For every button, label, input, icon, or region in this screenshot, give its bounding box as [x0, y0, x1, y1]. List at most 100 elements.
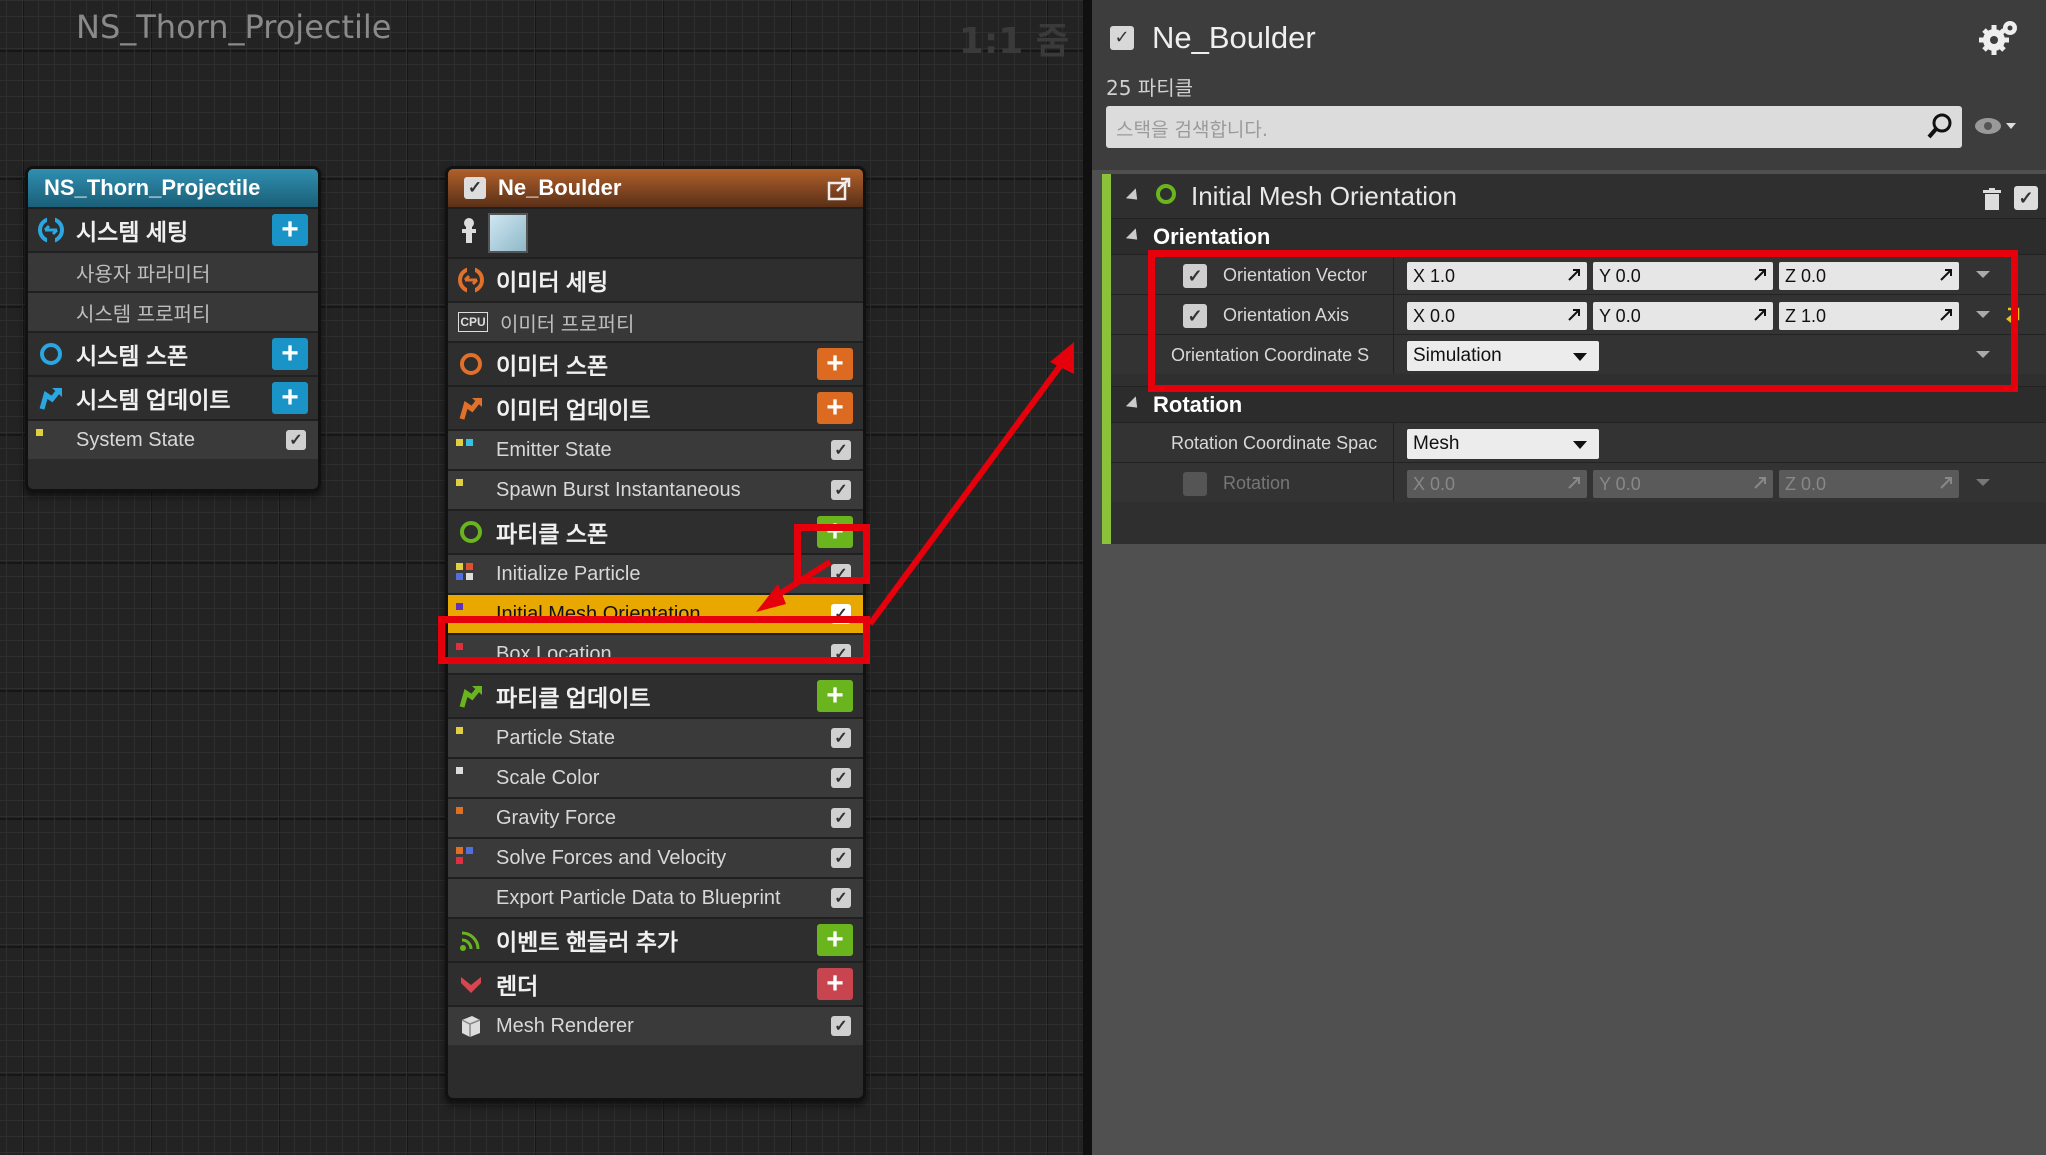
module-enable-checkbox[interactable]: ✓ [831, 848, 851, 868]
graph-title: NS_Thorn_Projectile [76, 8, 392, 46]
add-module-button[interactable]: + [817, 680, 853, 712]
render-row[interactable]: 렌더 + [448, 961, 863, 1005]
category-label: Rotation [1153, 391, 1243, 417]
panel-title: Ne_Boulder [1152, 20, 1316, 55]
system-settings-icon [38, 217, 64, 243]
node-graph-canvas[interactable]: NS_Thorn_Projectile 1:1 줌 NS_Thorn_Proje… [0, 0, 1083, 1155]
system-node[interactable]: NS_Thorn_Projectile 시스템 세팅 + 사용자 파라미터 시스… [25, 166, 321, 492]
prop-label: Rotation Coordinate Spac [1171, 433, 1378, 453]
expand-icon[interactable] [1753, 476, 1767, 490]
highlight-selected-module [438, 616, 870, 664]
row-label: Emitter State [496, 438, 612, 461]
module-enable-checkbox[interactable]: ✓ [831, 728, 851, 748]
panel-header: ✓ Ne_Boulder 25 파티클 스택을 검색합니다. [1092, 0, 2046, 170]
gravity-force-row[interactable]: Gravity Force ✓ [448, 797, 863, 837]
dropdown-arrow-icon[interactable] [1976, 479, 1990, 486]
row-label: 이벤트 핸들러 추가 [496, 929, 679, 955]
vector-x-field[interactable]: X 0.0 [1407, 470, 1587, 498]
row-label: 이미터 업데이트 [496, 397, 651, 423]
add-module-button[interactable]: + [817, 392, 853, 424]
collapse-triangle-icon[interactable] [1125, 187, 1143, 205]
event-signal-icon [458, 927, 484, 953]
mesh-cube-icon [458, 1013, 484, 1039]
collapse-triangle-icon[interactable] [1125, 228, 1143, 245]
emitter-update-row[interactable]: 이미터 업데이트 + [448, 385, 863, 429]
module-enable-checkbox[interactable]: ✓ [2014, 186, 2038, 210]
module-ring-icon [1155, 181, 1177, 212]
category-orientation[interactable]: Orientation [1111, 218, 2046, 254]
add-module-button[interactable]: + [817, 348, 853, 380]
search-icon[interactable] [1926, 112, 1954, 144]
module-enable-checkbox[interactable]: ✓ [831, 768, 851, 788]
row-label: Scale Color [496, 766, 600, 789]
details-panel: ✓ Ne_Boulder 25 파티클 스택을 검색합니다. Initial M… [1092, 0, 2046, 1155]
emitter-properties-row[interactable]: CPU 이미터 프로퍼티 [448, 301, 863, 341]
override-checkbox[interactable] [1183, 472, 1207, 496]
module-enable-checkbox[interactable]: ✓ [831, 808, 851, 828]
system-settings-row[interactable]: 시스템 세팅 + [28, 207, 318, 251]
row-label: Particle State [496, 726, 615, 749]
emitter-settings-row[interactable]: 이미터 세팅 [448, 257, 863, 301]
module-enable-checkbox[interactable]: ✓ [831, 480, 851, 500]
system-properties-row[interactable]: 시스템 프로퍼티 [28, 291, 318, 331]
panel-divider[interactable] [1083, 0, 1092, 1155]
delete-trash-icon[interactable] [1982, 186, 2002, 217]
emitter-node-title: Ne_Boulder [498, 175, 622, 200]
add-module-button[interactable]: + [272, 214, 308, 246]
stack-search-input[interactable]: 스택을 검색합니다. [1106, 106, 1962, 148]
dropdown-value: Mesh [1413, 433, 1460, 454]
expand-icon[interactable] [1939, 476, 1953, 490]
expand-icon[interactable] [1567, 476, 1581, 490]
add-renderer-button[interactable]: + [817, 968, 853, 1000]
emitter-thumbnail[interactable] [488, 213, 528, 253]
module-enable-checkbox[interactable]: ✓ [286, 430, 306, 450]
pin-icon [458, 217, 480, 249]
row-label: Solve Forces and Velocity [496, 846, 727, 869]
rotation-space-dropdown[interactable]: Mesh [1407, 429, 1599, 459]
system-node-title[interactable]: NS_Thorn_Projectile [28, 169, 318, 207]
mesh-renderer-row[interactable]: Mesh Renderer ✓ [448, 1005, 863, 1045]
open-external-icon[interactable] [827, 177, 851, 207]
particle-count: 25 파티클 [1106, 76, 1194, 100]
row-label: 사용자 파라미터 [76, 263, 211, 286]
user-parameters-row[interactable]: 사용자 파라미터 [28, 251, 318, 291]
row-label: System State [76, 428, 195, 451]
spawn-burst-row[interactable]: Spawn Burst Instantaneous ✓ [448, 469, 863, 509]
add-module-button[interactable]: + [272, 382, 308, 414]
row-label: Spawn Burst Instantaneous [496, 478, 741, 501]
update-arrow-icon [458, 395, 484, 421]
module-header[interactable]: Initial Mesh Orientation ✓ [1111, 174, 2046, 218]
module-enable-checkbox[interactable]: ✓ [831, 888, 851, 908]
update-arrow-icon [458, 683, 484, 709]
system-spawn-row[interactable]: 시스템 스폰 + [28, 331, 318, 375]
collapse-triangle-icon[interactable] [1125, 396, 1143, 413]
scale-color-row[interactable]: Scale Color ✓ [448, 757, 863, 797]
module-enable-checkbox[interactable]: ✓ [831, 1016, 851, 1036]
emitter-enable-checkbox[interactable]: ✓ [1110, 26, 1134, 50]
row-label: Gravity Force [496, 806, 617, 829]
vector-y-field[interactable]: Y 0.0 [1593, 470, 1773, 498]
particle-update-row[interactable]: 파티클 업데이트 + [448, 673, 863, 717]
update-arrow-icon [38, 385, 64, 411]
system-update-row[interactable]: 시스템 업데이트 + [28, 375, 318, 419]
module-enable-checkbox[interactable]: ✓ [831, 440, 851, 460]
add-event-handler-button[interactable]: + [817, 924, 853, 956]
settings-gear-icon[interactable] [1978, 18, 2022, 62]
visibility-eye-icon[interactable] [1974, 114, 2018, 142]
particle-state-row[interactable]: Particle State ✓ [448, 717, 863, 757]
row-label: Mesh Renderer [496, 1014, 634, 1037]
emitter-state-row[interactable]: Emitter State ✓ [448, 429, 863, 469]
emitter-node-header[interactable]: ✓ Ne_Boulder [448, 169, 863, 207]
export-particle-data-row[interactable]: Export Particle Data to Blueprint ✓ [448, 877, 863, 917]
add-module-button[interactable]: + [272, 338, 308, 370]
row-label: 렌더 [496, 973, 539, 999]
emitter-spawn-row[interactable]: 이미터 스폰 + [448, 341, 863, 385]
zoom-level: 1:1 줌 [958, 21, 1069, 62]
prop-rotation-coordinate-space: Rotation Coordinate Spac Mesh [1111, 422, 2046, 462]
add-event-handler-row[interactable]: 이벤트 핸들러 추가 + [448, 917, 863, 961]
render-chevron-icon [458, 971, 484, 997]
vector-z-field[interactable]: Z 0.0 [1779, 470, 1959, 498]
emitter-enable-checkbox[interactable]: ✓ [464, 177, 486, 199]
solve-forces-row[interactable]: Solve Forces and Velocity ✓ [448, 837, 863, 877]
system-state-row[interactable]: System State ✓ [28, 419, 318, 459]
